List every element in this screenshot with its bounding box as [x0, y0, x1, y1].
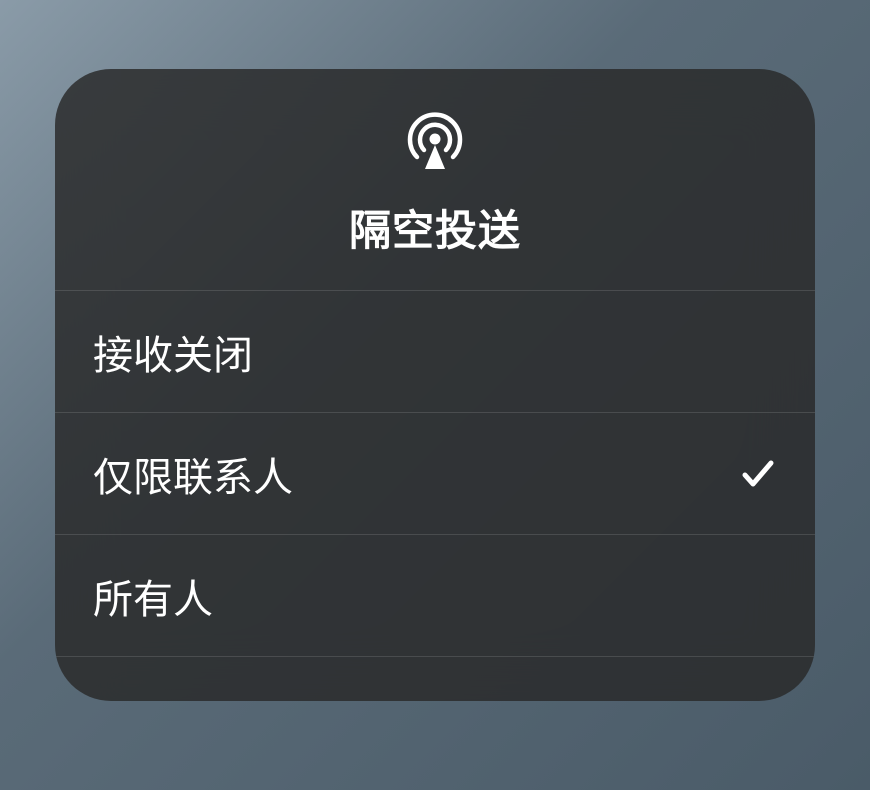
- checkmark-icon: [739, 455, 777, 493]
- option-label: 接收关闭: [93, 323, 253, 381]
- panel-title: 隔空投送: [349, 197, 521, 258]
- option-receiving-off[interactable]: 接收关闭: [55, 291, 815, 413]
- panel-footer-space: [55, 657, 815, 701]
- option-contacts-only[interactable]: 仅限联系人: [55, 413, 815, 535]
- option-label: 仅限联系人: [93, 445, 293, 503]
- option-everyone[interactable]: 所有人: [55, 535, 815, 657]
- option-label: 所有人: [93, 567, 213, 625]
- airdrop-settings-panel: 隔空投送 接收关闭 仅限联系人 所有人: [55, 69, 815, 701]
- panel-header: 隔空投送: [55, 69, 815, 291]
- option-list: 接收关闭 仅限联系人 所有人: [55, 291, 815, 657]
- airdrop-icon: [403, 109, 467, 173]
